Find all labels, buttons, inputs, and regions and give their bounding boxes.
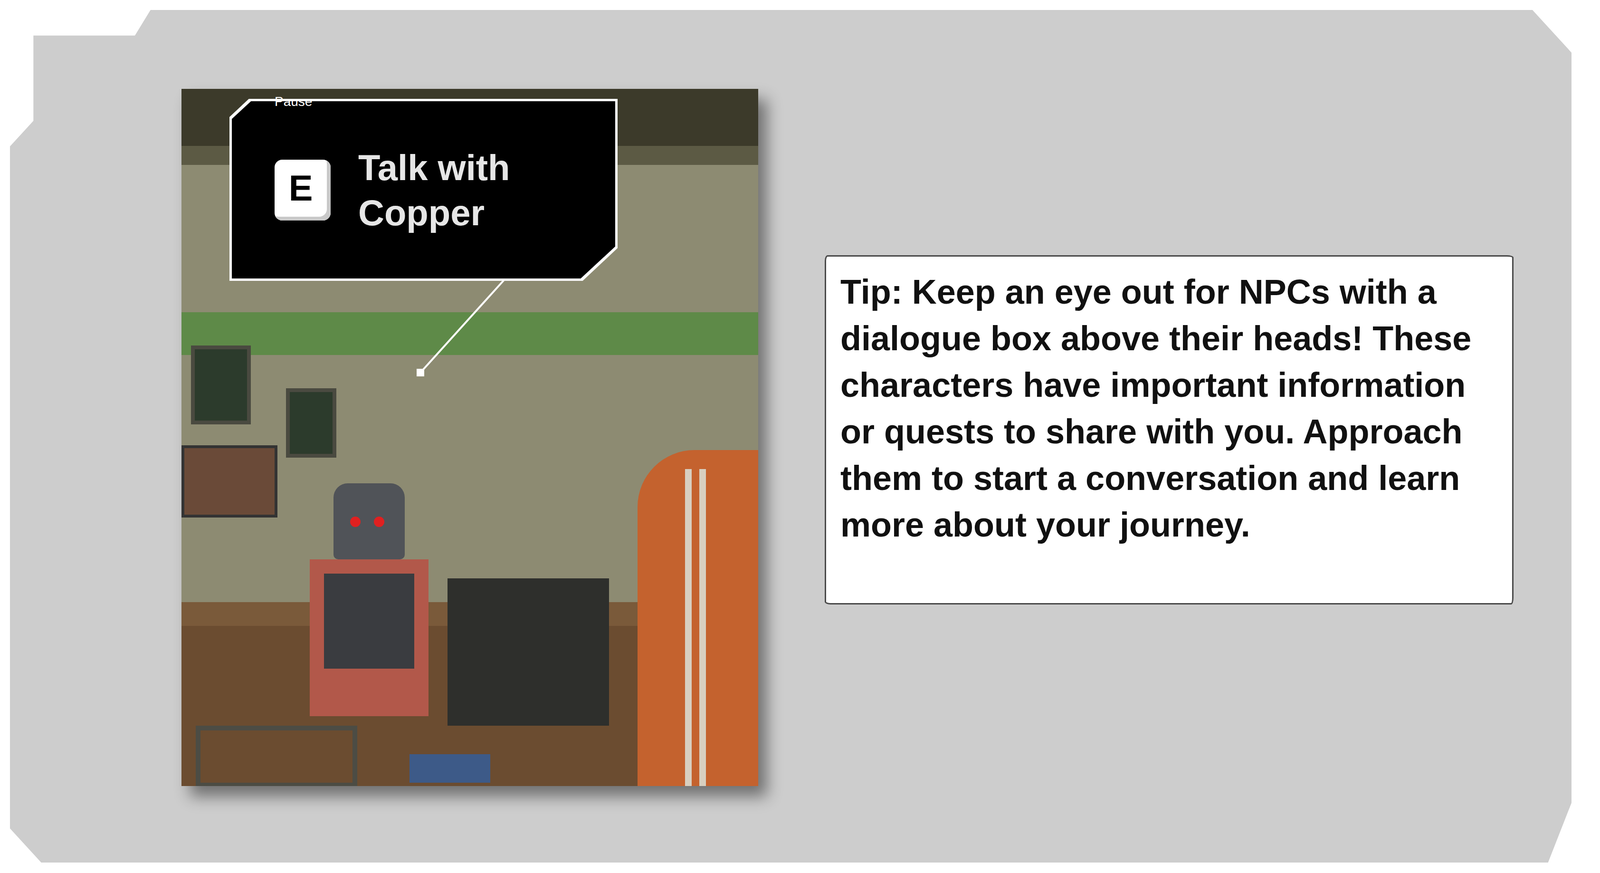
prompt-label: Talk with Copper [358,144,568,236]
tip-box: Tip: Keep an eye out for NPCs with a dia… [824,255,1514,605]
pause-button[interactable]: Pause [274,93,313,110]
interaction-prompt: E Talk with Copper [229,98,618,281]
tip-text: Tip: Keep an eye out for NPCs with a dia… [840,268,1496,548]
tutorial-card: E Talk with Copper Pause Tip: Keep an ey… [9,9,1572,863]
game-screenshot: E Talk with Copper Pause [181,88,759,786]
e-key-icon: E [274,159,331,221]
